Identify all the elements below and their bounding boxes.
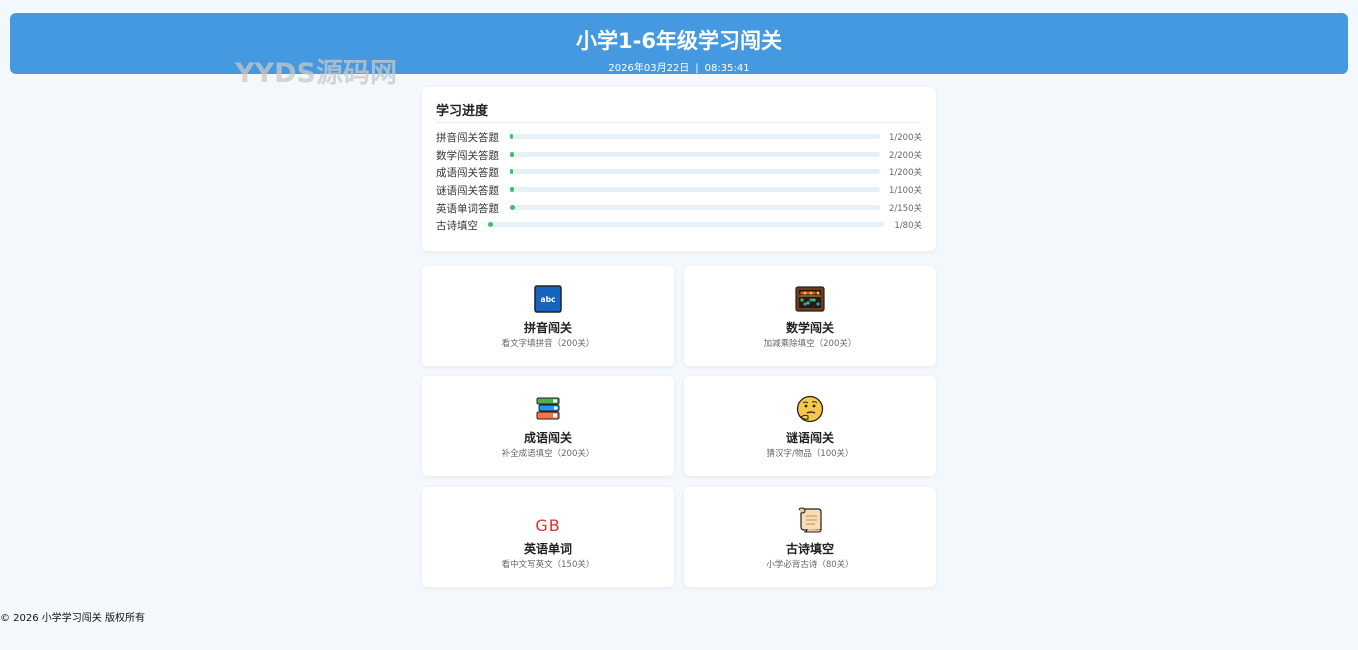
abacus-icon — [684, 286, 936, 312]
tile-pinyin[interactable]: abc 拼音闯关 看文字填拼音（200关） — [422, 266, 674, 366]
tile-riddle[interactable]: 谜语闯关 猜汉字/物品（100关） — [684, 376, 936, 476]
progress-bar — [510, 187, 880, 192]
progress-fill — [510, 169, 513, 174]
tile-title: 古诗填空 — [785, 542, 834, 556]
tile-title: 成语闯关 — [523, 431, 572, 445]
tile-description: 看文字填拼音（200关） — [501, 339, 595, 349]
progress-bar — [510, 169, 880, 174]
progress-row-poem: 古诗填空 1/80关 — [436, 219, 922, 233]
watermark: YYDS源码网 — [235, 58, 397, 89]
tile-description: 补全成语填空（200关） — [501, 449, 595, 459]
progress-row-pinyin: 拼音闯关答题 1/200关 — [436, 131, 922, 145]
current-time: 08:35:41 — [704, 63, 750, 74]
tile-english[interactable]: GB 英语单词 看中文写英文（150关） — [422, 487, 674, 587]
page-header: 小学1-6年级学习闯关 2026年03月22日 | 08:35:41 — [10, 13, 1348, 74]
datetime-separator: | — [695, 63, 699, 74]
page-title: 小学1-6年级学习闯关 — [576, 29, 782, 53]
current-date: 2026年03月22日 — [608, 63, 690, 74]
datetime: 2026年03月22日 | 08:35:41 — [10, 64, 1348, 74]
gb-flag-icon: GB — [535, 516, 561, 535]
progress-row-math: 数学闯关答题 2/200关 — [436, 149, 922, 163]
progress-fill — [510, 134, 513, 139]
progress-title: 学习进度 — [436, 104, 489, 119]
progress-fill — [488, 222, 493, 227]
progress-label: 拼音闯关答题 — [436, 132, 499, 144]
tile-title: 英语单词 — [523, 542, 572, 556]
tile-title: 数学闯关 — [785, 321, 834, 335]
progress-row-idiom: 成语闯关答题 1/200关 — [436, 166, 922, 180]
abc-icon: abc — [422, 285, 674, 313]
progress-label: 英语单词答题 — [436, 203, 499, 215]
tile-poem[interactable]: 古诗填空 小学必背古诗（80关） — [684, 487, 936, 587]
tile-math[interactable]: 数学闯关 加减乘除填空（200关） — [684, 266, 936, 366]
tile-description: 加减乘除填空（200关） — [763, 339, 857, 349]
scroll-icon — [684, 507, 936, 533]
svg-text:abc: abc — [541, 295, 556, 304]
progress-count: 1/100关 — [889, 186, 922, 196]
tile-title: 拼音闯关 — [523, 321, 572, 335]
tile-description: 看中文写英文（150关） — [501, 560, 595, 570]
progress-count: 2/150关 — [889, 204, 922, 214]
progress-bar — [488, 222, 884, 227]
progress-label: 谜语闯关答题 — [436, 185, 499, 197]
progress-label: 古诗填空 — [436, 220, 478, 232]
tile-description: 猜汉字/物品（100关） — [766, 449, 854, 459]
progress-row-english: 英语单词答题 2/150关 — [436, 202, 922, 216]
progress-bar — [510, 205, 880, 210]
progress-fill — [510, 187, 514, 192]
tile-title: 谜语闯关 — [785, 431, 834, 445]
books-icon — [422, 396, 674, 422]
tile-description: 小学必背古诗（80关） — [766, 560, 854, 570]
progress-count: 1/200关 — [889, 133, 922, 143]
progress-divider — [436, 122, 922, 123]
progress-count: 2/200关 — [889, 151, 922, 161]
progress-count: 1/80关 — [894, 221, 922, 231]
progress-bar — [510, 152, 880, 157]
progress-card: 学习进度 拼音闯关答题 1/200关 数学闯关答题 2/200关 成语闯关答题 … — [422, 87, 936, 251]
progress-fill — [510, 205, 515, 210]
thinking-face-icon — [684, 395, 936, 423]
progress-fill — [510, 152, 514, 157]
progress-count: 1/200关 — [889, 168, 922, 178]
progress-bar — [510, 134, 880, 139]
tile-idiom[interactable]: 成语闯关 补全成语填空（200关） — [422, 376, 674, 476]
progress-row-riddle: 谜语闯关答题 1/100关 — [436, 184, 922, 198]
progress-label: 成语闯关答题 — [436, 167, 499, 179]
progress-label: 数学闯关答题 — [436, 150, 499, 162]
footer-copyright: © 2026 小学学习闯关 版权所有 — [0, 613, 145, 624]
